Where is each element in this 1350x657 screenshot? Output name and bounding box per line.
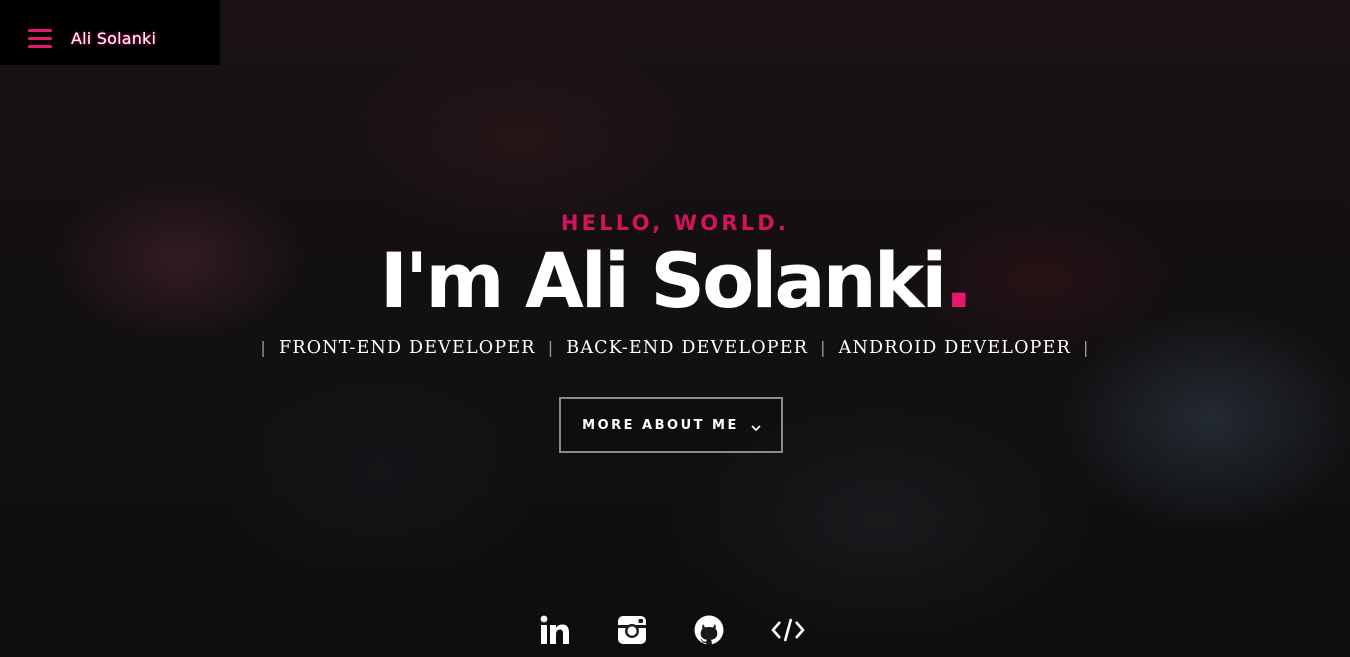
headline-text: I'm Ali Solanki — [379, 236, 948, 325]
headline-dot: . — [944, 236, 973, 325]
instagram-link[interactable] — [614, 612, 650, 648]
role-back-end: BACK-END DEVELOPER — [566, 338, 809, 358]
brand-name[interactable]: Ali Solanki — [71, 29, 156, 49]
menu-bar-line — [28, 37, 52, 40]
code-link[interactable] — [770, 612, 806, 648]
chevron-down-icon — [751, 421, 761, 431]
role-android: ANDROID DEVELOPER — [838, 338, 1071, 358]
roles-line: | FRONT-END DEVELOPER | BACK-END DEVELOPER |… — [0, 336, 1350, 360]
role-separator: | — [820, 338, 827, 357]
more-about-me-label: MORE ABOUT ME — [582, 417, 739, 433]
more-about-me-button[interactable]: MORE ABOUT ME — [559, 397, 783, 453]
role-separator: | — [260, 338, 267, 357]
github-icon — [693, 614, 725, 646]
role-separator: | — [1083, 338, 1090, 357]
hero-eyebrow: HELLO, WORLD. — [560, 211, 790, 235]
instagram-icon — [616, 614, 648, 646]
social-links — [0, 612, 1350, 648]
hero-headline: I'm Ali Solanki. — [0, 235, 1350, 327]
hero-content: HELLO, WORLD. I'm Ali Solanki. | FRONT-EN… — [0, 0, 1350, 657]
menu-bar-line — [28, 29, 52, 32]
role-front-end: FRONT-END DEVELOPER — [278, 338, 536, 358]
menu-bar-line — [28, 45, 52, 48]
hero-section: Ali Solanki HELLO, WORLD. I'm Ali Solank… — [0, 0, 1350, 657]
role-separator: | — [547, 338, 555, 357]
linkedin-link[interactable] — [537, 612, 573, 648]
linkedin-icon — [539, 614, 571, 646]
top-bar: Ali Solanki — [0, 0, 220, 65]
code-icon — [770, 616, 806, 644]
hamburger-menu-icon[interactable] — [28, 29, 52, 49]
github-link[interactable] — [691, 612, 727, 648]
